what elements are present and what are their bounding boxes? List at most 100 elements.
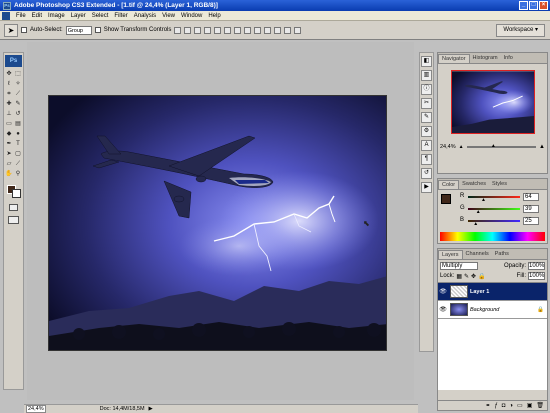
pen-tool-icon[interactable]: ✒	[5, 140, 13, 149]
add-mask-icon[interactable]: ◘	[502, 403, 506, 409]
document-image[interactable]	[48, 95, 387, 351]
zoom-in-icon[interactable]: ▲	[539, 144, 545, 150]
tab-styles[interactable]: Styles	[489, 180, 510, 189]
navigator-zoom-slider[interactable]: ▲	[466, 143, 537, 149]
menu-select[interactable]: Select	[89, 13, 112, 19]
brush-tool-icon[interactable]: ✎	[14, 100, 22, 109]
screen-mode-icon[interactable]	[8, 216, 19, 224]
menu-window[interactable]: Window	[178, 13, 205, 19]
delete-layer-icon[interactable]: 🗑	[536, 402, 544, 409]
align-right-icon[interactable]	[224, 26, 232, 34]
distribute-hcenter-icon[interactable]	[274, 26, 282, 34]
type-tool-icon[interactable]: T	[14, 140, 22, 149]
menu-layer[interactable]: Layer	[68, 13, 89, 19]
lasso-tool-icon[interactable]: ℓ	[5, 80, 13, 89]
navigator-zoom-value[interactable]: 24,4%	[440, 144, 456, 150]
tab-paths[interactable]: Paths	[492, 250, 512, 259]
tab-histogram[interactable]: Histogram	[470, 54, 501, 63]
notes-tool-icon[interactable]: ▱	[5, 160, 13, 169]
lock-transparency-icon[interactable]: ▦	[456, 273, 462, 280]
brushes-dock-icon[interactable]: ✎	[421, 112, 432, 123]
blue-slider[interactable]: ▲	[468, 220, 520, 227]
lock-position-icon[interactable]: ✥	[471, 273, 476, 280]
eraser-tool-icon[interactable]: ▭	[5, 120, 13, 129]
path-select-tool-icon[interactable]: ➤	[5, 150, 13, 159]
lock-pixels-icon[interactable]: ✎	[464, 273, 469, 280]
distribute-top-icon[interactable]	[234, 26, 242, 34]
menu-filter[interactable]: Filter	[111, 13, 130, 19]
status-zoom[interactable]: 24,4%	[26, 405, 46, 413]
menu-file[interactable]: File	[13, 13, 29, 19]
quick-mask-icon[interactable]	[9, 204, 18, 211]
ps-menu-icon[interactable]	[2, 11, 10, 20]
menu-image[interactable]: Image	[45, 13, 68, 19]
status-menu-arrow-icon[interactable]: ▶	[149, 406, 153, 412]
align-bottom-icon[interactable]	[194, 26, 202, 34]
fill-field[interactable]: 100%	[528, 272, 545, 280]
menu-analysis[interactable]: Analysis	[131, 13, 159, 19]
blue-value[interactable]: 25	[523, 217, 539, 225]
auto-select-dropdown[interactable]: Group	[65, 25, 92, 35]
navigator-dock-icon[interactable]: ◧	[421, 56, 432, 67]
layer-name[interactable]: Background	[470, 307, 537, 313]
align-top-icon[interactable]	[174, 26, 182, 34]
gradient-tool-icon[interactable]: ▤	[14, 120, 22, 129]
hand-tool-icon[interactable]: ✋	[5, 170, 13, 179]
stamp-tool-icon[interactable]: ⊥	[5, 110, 13, 119]
new-group-icon[interactable]: ▭	[517, 402, 523, 409]
quick-select-tool-icon[interactable]: ✧	[14, 80, 22, 89]
menu-help[interactable]: Help	[205, 13, 223, 19]
close-button[interactable]: ×	[539, 1, 548, 10]
history-dock-icon[interactable]: ↺	[421, 168, 432, 179]
opacity-field[interactable]: 100%	[528, 262, 545, 270]
align-left-icon[interactable]	[204, 26, 212, 34]
red-slider[interactable]: ▲	[468, 196, 520, 203]
workspace-button[interactable]: Workspace ▾	[496, 23, 545, 37]
green-slider[interactable]: ▲	[468, 208, 520, 215]
link-layers-icon[interactable]: ⚭	[485, 402, 490, 409]
zoom-out-icon[interactable]: ▲	[459, 144, 464, 150]
panel-foreground-swatch[interactable]	[441, 194, 451, 204]
blend-mode-dropdown[interactable]: Multiply	[440, 262, 478, 270]
tab-swatches[interactable]: Swatches	[459, 180, 489, 189]
align-hcenter-icon[interactable]	[214, 26, 222, 34]
histogram-dock-icon[interactable]: ▥	[421, 70, 432, 81]
lock-all-icon[interactable]: 🔒	[478, 273, 485, 280]
tab-info[interactable]: Info	[501, 54, 516, 63]
layer-row-layer-1[interactable]: 👁 Layer 1	[438, 283, 547, 301]
dodge-tool-icon[interactable]: ●	[14, 130, 22, 139]
red-value[interactable]: 64	[523, 193, 539, 201]
tab-layers[interactable]: Layers	[438, 250, 463, 259]
auto-select-checkbox[interactable]	[21, 27, 27, 33]
eyedropper-tool-icon[interactable]: ⟋	[14, 160, 22, 169]
tool-presets-dock-icon[interactable]: ✂	[421, 98, 432, 109]
history-brush-tool-icon[interactable]: ↺	[14, 110, 22, 119]
marquee-tool-icon[interactable]: ⬚	[14, 70, 22, 79]
slice-tool-icon[interactable]: ⟋	[14, 90, 22, 99]
show-transform-checkbox[interactable]	[94, 27, 101, 33]
tab-navigator[interactable]: Navigator	[438, 54, 470, 63]
zoom-tool-icon[interactable]: ⚲	[14, 170, 22, 179]
visibility-eye-icon[interactable]: 👁	[438, 288, 448, 295]
tab-color[interactable]: Color	[438, 180, 460, 189]
menu-edit[interactable]: Edit	[29, 13, 45, 19]
blur-tool-icon[interactable]: ◆	[5, 130, 13, 139]
distribute-vcenter-icon[interactable]	[244, 26, 252, 34]
crop-tool-icon[interactable]: ⌗	[5, 90, 13, 99]
auto-align-icon[interactable]	[294, 26, 302, 34]
layer-row-background[interactable]: 👁 Background 🔒	[438, 301, 547, 319]
background-color-swatch[interactable]	[12, 189, 21, 198]
distribute-bottom-icon[interactable]	[254, 26, 262, 34]
character-dock-icon[interactable]: A	[421, 140, 432, 151]
heal-tool-icon[interactable]: ✚	[5, 100, 13, 109]
shape-tool-icon[interactable]: ▢	[14, 150, 22, 159]
visibility-eye-icon[interactable]: 👁	[438, 306, 448, 313]
info-dock-icon[interactable]: ⓘ	[421, 84, 432, 95]
move-tool-icon[interactable]: ✥	[5, 70, 13, 79]
menu-view[interactable]: View	[159, 13, 178, 19]
green-value[interactable]: 39	[523, 205, 539, 213]
adjustment-layer-icon[interactable]: ◑	[509, 403, 513, 409]
maximize-button[interactable]: □	[529, 1, 538, 10]
move-tool-preset-icon[interactable]: ➤	[4, 23, 18, 37]
align-vcenter-icon[interactable]	[184, 26, 192, 34]
